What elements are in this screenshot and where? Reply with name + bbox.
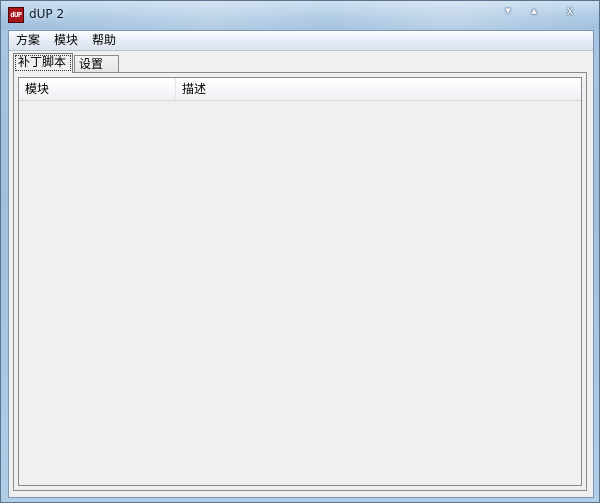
tab-patch-script[interactable]: 补丁脚本 [13,53,73,73]
app-icon[interactable]: dUP [8,7,24,23]
client-area: 方案 模块 帮助 补丁脚本 设置 模块 描述 [8,30,594,498]
tab-panel: 模块 描述 [13,72,587,491]
column-header-description[interactable]: 描述 [176,78,581,100]
menu-bar: 方案 模块 帮助 [9,31,593,51]
close-button[interactable]: x [557,2,583,20]
maximize-button[interactable]: ▴ [521,2,547,20]
menu-help[interactable]: 帮助 [90,33,118,48]
menu-module[interactable]: 模块 [52,33,80,48]
window-title: dUP 2 [29,7,65,21]
app-window: dUP dUP 2 ▾ ▴ x 方案 模块 帮助 补丁脚本 设置 模块 描述 [0,0,600,503]
minimize-button[interactable]: ▾ [495,2,521,20]
menu-scheme[interactable]: 方案 [14,33,42,48]
column-header-module[interactable]: 模块 [19,78,176,100]
tab-settings[interactable]: 设置 [74,55,119,73]
list-header: 模块 描述 [19,78,581,101]
title-bar[interactable]: dUP dUP 2 ▾ ▴ x [1,1,599,29]
module-list[interactable]: 模块 描述 [18,77,582,486]
